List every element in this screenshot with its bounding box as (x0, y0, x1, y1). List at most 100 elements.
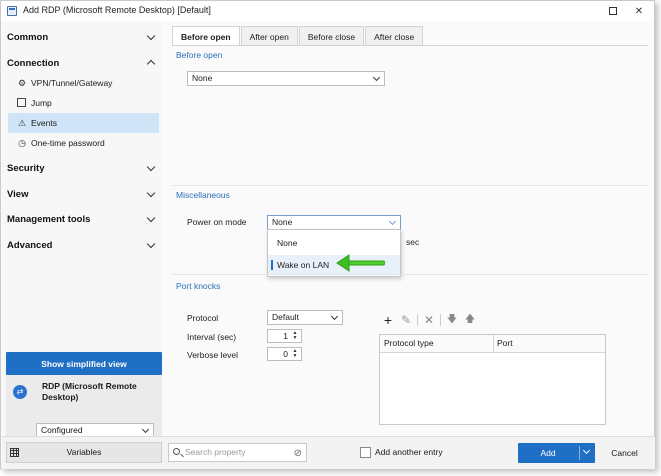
green-arrow-annotation (336, 254, 385, 272)
dropdown-option-label: Wake on LAN (277, 260, 330, 270)
edit-icon[interactable]: ✎ (397, 312, 415, 328)
power-on-mode-value: None (272, 217, 293, 227)
delete-icon[interactable]: ✕ (420, 312, 438, 328)
chevron-down-icon (146, 188, 156, 198)
entry-status-value: Configured (41, 425, 83, 435)
before-open-select[interactable]: None (187, 71, 385, 86)
verbose-level-stepper[interactable]: 0 ▲ ▼ (267, 347, 302, 361)
protocol-select[interactable]: Default (267, 310, 343, 325)
sec-label: sec (406, 237, 420, 247)
verbose-level-label: Verbose level (187, 350, 239, 360)
tab-before-open[interactable]: Before open (172, 26, 240, 46)
nav-section-common[interactable]: Common (2, 26, 162, 48)
add-icon[interactable]: + (379, 312, 397, 328)
grid-icon (10, 448, 19, 457)
interval-value: 1 (283, 331, 288, 341)
chevron-down-icon (146, 213, 156, 223)
port-knocks-grid[interactable]: Protocol type Port (379, 334, 606, 425)
nav-section-security[interactable]: Security (2, 157, 162, 179)
selection-marker (271, 260, 273, 270)
toolbar-separator (440, 314, 441, 326)
stepper-arrows-icon[interactable]: ▲ ▼ (291, 331, 299, 342)
group-divider (172, 274, 648, 275)
group-label-port-knocks: Port knocks (176, 281, 221, 291)
before-open-value: None (192, 73, 213, 83)
show-simplified-view-button[interactable]: Show simplified view (6, 352, 162, 375)
tab-after-open[interactable]: After open (240, 26, 298, 46)
add-another-entry-label: Add another entry (375, 447, 443, 457)
sidebar-item-jump[interactable]: Jump (8, 93, 159, 113)
close-icon: ✕ (634, 5, 644, 17)
entry-name: RDP (Microsoft Remote Desktop) (42, 381, 137, 402)
nav-section-label: View (7, 188, 29, 200)
main-panel: Before open After open Before close Afte… (168, 22, 654, 434)
interval-label: Interval (sec) (187, 332, 237, 342)
chevron-down-icon (146, 239, 156, 249)
column-header-port[interactable]: Port (493, 335, 513, 353)
split-divider (579, 446, 580, 460)
chevron-down-icon (388, 217, 397, 226)
nav-section-label: Advanced (7, 239, 53, 251)
cancel-button[interactable]: Cancel (601, 443, 648, 463)
search-input[interactable]: Search property ⊘ (168, 443, 307, 462)
nav-section-label: Connection (7, 57, 60, 69)
nav-section-label: Security (7, 162, 45, 174)
chevron-up-icon (146, 59, 156, 69)
sidebar: Common Connection ⚙ VPN/Tunnel/Gateway J… (2, 22, 162, 443)
warning-icon: ⚠ (17, 118, 27, 128)
nav-section-label: Management tools (7, 213, 91, 225)
add-button[interactable]: Add (518, 443, 595, 463)
rdp-icon: ⇄ (13, 385, 27, 399)
chevron-down-icon (372, 73, 381, 82)
nav-section-label: Common (7, 31, 49, 43)
variables-label: Variables (66, 447, 102, 457)
group-label-before-open: Before open (176, 50, 223, 60)
dialog-window: Add RDP (Microsoft Remote Desktop) [Defa… (0, 0, 655, 469)
move-up-icon[interactable]: 🡅 (461, 312, 479, 328)
chevron-down-icon[interactable] (582, 446, 591, 455)
nav-section-advanced[interactable]: Advanced (2, 234, 162, 256)
gear-icon: ⚙ (17, 78, 27, 88)
variables-button[interactable]: Variables (6, 442, 162, 463)
search-icon (173, 448, 180, 455)
protocol-value: Default (272, 312, 299, 322)
tab-before-close[interactable]: Before close (298, 26, 365, 46)
sidebar-item-label: Events (31, 118, 57, 128)
protocol-label: Protocol (187, 313, 219, 323)
sidebar-item-vpn[interactable]: ⚙ VPN/Tunnel/Gateway (8, 73, 159, 93)
chevron-down-icon (330, 312, 339, 321)
title-bar: Add RDP (Microsoft Remote Desktop) [Defa… (1, 1, 654, 21)
chevron-down-icon (141, 425, 150, 434)
chevron-down-icon (146, 31, 156, 41)
nav-section-connection[interactable]: Connection (2, 52, 162, 74)
chevron-down-icon (146, 162, 156, 172)
tab-after-close[interactable]: After close (365, 26, 424, 46)
nav-section-view[interactable]: View (2, 183, 162, 205)
nav-section-management-tools[interactable]: Management tools (2, 208, 162, 230)
grid-header: Protocol type Port (380, 335, 605, 353)
close-button[interactable]: ✕ (631, 3, 647, 19)
sidebar-item-label: Jump (31, 98, 52, 108)
sidebar-item-label: VPN/Tunnel/Gateway (31, 78, 113, 88)
search-placeholder: Search property (185, 447, 246, 457)
tab-bar: Before open After open Before close Afte… (172, 26, 424, 46)
dropdown-option-none[interactable]: None (268, 233, 400, 253)
sidebar-item-otp[interactable]: ◷ One-time password (8, 133, 159, 153)
bottom-bar: Variables Search property ⊘ Add another … (2, 436, 655, 469)
clear-search-icon[interactable]: ⊘ (294, 445, 302, 462)
power-on-mode-select[interactable]: None (267, 215, 401, 230)
interval-stepper[interactable]: 1 ▲ ▼ (267, 329, 302, 343)
port-grid-toolbar: + ✎ ✕ 🡇 🡅 (379, 312, 479, 328)
move-down-icon[interactable]: 🡇 (443, 312, 461, 328)
power-on-mode-label: Power on mode (187, 217, 247, 227)
sidebar-item-events[interactable]: ⚠ Events (8, 113, 159, 133)
column-header-protocol-type[interactable]: Protocol type (380, 335, 434, 353)
verbose-level-value: 0 (283, 349, 288, 359)
tab-divider (172, 45, 648, 46)
toolbar-separator (417, 314, 418, 326)
stepper-arrows-icon[interactable]: ▲ ▼ (291, 349, 299, 360)
maximize-button[interactable] (605, 3, 621, 19)
add-button-label: Add (540, 448, 556, 458)
sidebar-item-label: One-time password (31, 138, 105, 148)
add-another-entry-checkbox[interactable] (360, 447, 371, 458)
